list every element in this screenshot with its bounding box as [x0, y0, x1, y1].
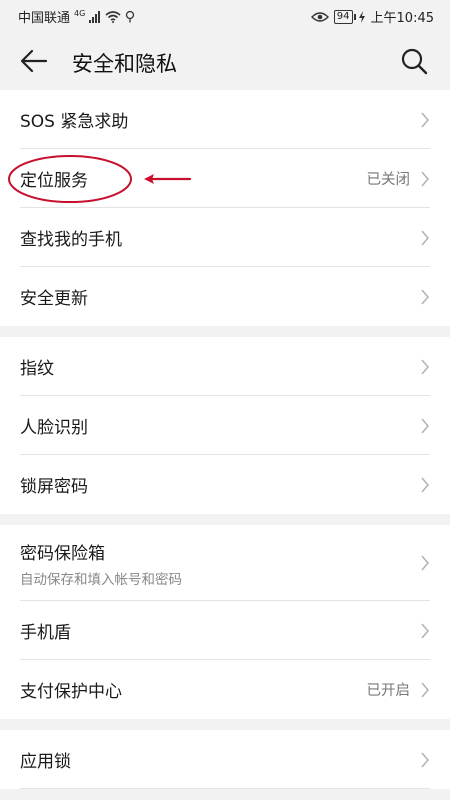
page-title: 安全和隐私: [72, 52, 177, 76]
item-subtitle: 自动保存和填入帐号和密码: [20, 571, 182, 588]
item-label: 人脸识别: [20, 418, 88, 438]
chevron-right-icon: [421, 476, 430, 493]
item-status-value: 已开启: [366, 683, 411, 699]
chevron-right-icon: [421, 229, 430, 246]
chevron-right-icon: [421, 111, 430, 128]
setting-item-lock-screen-password[interactable]: 锁屏密码: [0, 455, 450, 514]
setting-item-password-vault[interactable]: 密码保险箱 自动保存和填入帐号和密码: [0, 525, 450, 601]
settings-group-security: SOS 紧急求助 定位服务 已关闭 查找我的手机 安全更新: [0, 90, 450, 326]
clock: 上午10:45: [370, 11, 434, 26]
item-label: 指纹: [20, 359, 54, 379]
group-gap: [0, 719, 450, 730]
item-texts: 密码保险箱 自动保存和填入帐号和密码: [20, 539, 182, 588]
wifi-icon: [105, 10, 121, 23]
setting-item-security-update[interactable]: 安全更新: [0, 267, 450, 326]
setting-item-phone-shield[interactable]: 手机盾: [0, 601, 450, 660]
item-status-value: 已关闭: [366, 172, 411, 188]
chevron-right-icon: [421, 622, 430, 639]
annotation-arrow-icon: [144, 174, 192, 184]
settings-group-app-lock: 应用锁: [0, 730, 450, 789]
settings-group-unlock: 指纹 人脸识别 锁屏密码: [0, 337, 450, 514]
group-gap: [0, 326, 450, 337]
setting-item-fingerprint[interactable]: 指纹: [0, 337, 450, 396]
charging-icon: [358, 10, 365, 23]
setting-item-sos[interactable]: SOS 紧急求助: [0, 90, 450, 149]
chevron-right-icon: [421, 751, 430, 768]
settings-group-vault: 密码保险箱 自动保存和填入帐号和密码 手机盾 支付保护中心 已开启: [0, 525, 450, 719]
back-arrow-icon[interactable]: [20, 48, 48, 74]
setting-item-find-phone[interactable]: 查找我的手机: [0, 208, 450, 267]
carrier-label: 中国联通: [18, 11, 71, 26]
item-label: 查找我的手机: [20, 230, 122, 250]
item-label: 应用锁: [20, 752, 71, 772]
chevron-right-icon: [421, 358, 430, 375]
status-right: 94 上午10:45: [310, 7, 434, 26]
status-bar: 中国联通 4G 94 上午10:45: [0, 0, 450, 32]
network-type: 4G: [74, 9, 86, 18]
annotation-ellipse: [8, 155, 132, 203]
item-label: 支付保护中心: [20, 682, 122, 702]
group-gap: [0, 514, 450, 525]
chevron-right-icon: [421, 170, 430, 187]
eye-comfort-icon: [310, 11, 329, 22]
setting-item-face-recognition[interactable]: 人脸识别: [0, 396, 450, 455]
app-header: 安全和隐私: [0, 32, 450, 90]
chevron-right-icon: [421, 288, 430, 305]
item-label: 密码保险箱: [20, 543, 105, 564]
item-label: SOS 紧急求助: [20, 112, 129, 132]
setting-item-app-lock[interactable]: 应用锁: [0, 730, 450, 789]
divider: [20, 788, 430, 789]
setting-item-payment-protection[interactable]: 支付保护中心 已开启: [0, 660, 450, 719]
signal-icon: [89, 10, 101, 23]
chevron-right-icon: [421, 417, 430, 434]
search-icon[interactable]: [400, 47, 428, 75]
item-label: 安全更新: [20, 289, 88, 309]
battery-indicator: 94: [333, 9, 356, 24]
chevron-right-icon: [421, 681, 430, 698]
chevron-right-icon: [421, 555, 430, 571]
item-label: 锁屏密码: [20, 477, 88, 497]
status-left: 中国联通 4G: [18, 7, 135, 26]
location-icon: [126, 10, 135, 23]
item-label: 手机盾: [20, 623, 71, 643]
